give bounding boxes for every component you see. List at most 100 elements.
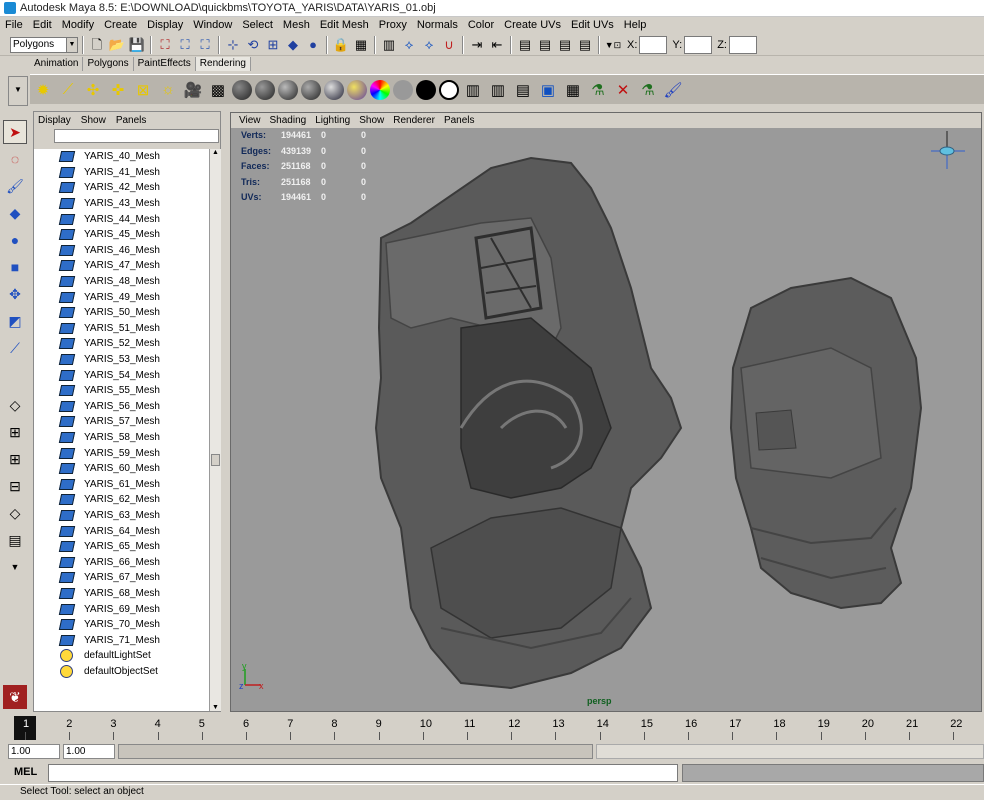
outliner-item[interactable]: YARIS_66_Mesh <box>34 554 209 570</box>
paint-select-tool-icon[interactable]: 🖌 <box>3 174 27 198</box>
show-manipulator-icon[interactable]: ⟋ <box>3 336 27 360</box>
menu-select[interactable]: Select <box>237 17 278 34</box>
shelf-tab-rendering[interactable]: Rendering <box>195 57 251 71</box>
area-light-icon[interactable]: ✜ <box>107 79 129 101</box>
snap-point-icon[interactable]: ⊞ <box>264 36 282 54</box>
outliner-item[interactable]: YARIS_71_Mesh <box>34 632 209 648</box>
rotate-tool-icon[interactable]: ● <box>3 228 27 252</box>
outliner-item[interactable]: YARIS_40_Mesh <box>34 149 209 165</box>
viewport-menu-shading[interactable]: Shading <box>270 115 307 126</box>
render-view-icon[interactable]: ▥ <box>380 36 398 54</box>
menu-proxy[interactable]: Proxy <box>374 17 412 34</box>
material-attributes-icon[interactable]: ⚗ <box>637 79 659 101</box>
assign-material-icon[interactable]: ⚗ <box>587 79 609 101</box>
outliner-item[interactable]: YARIS_50_Mesh <box>34 305 209 321</box>
universal-manipulator-icon[interactable]: ✥ <box>3 282 27 306</box>
outliner-set-item[interactable]: defaultObjectSet <box>34 664 209 680</box>
playback-start-field[interactable]: 1.00 <box>63 744 115 759</box>
outliner-item[interactable]: YARIS_51_Mesh <box>34 321 209 337</box>
menu-edit-uvs[interactable]: Edit UVs <box>566 17 619 34</box>
history-icon[interactable]: ▦ <box>352 36 370 54</box>
outliner-item[interactable]: YARIS_60_Mesh <box>34 461 209 477</box>
outliner-item[interactable]: YARIS_46_Mesh <box>34 243 209 259</box>
outliner-item[interactable]: YARIS_58_Mesh <box>34 430 209 446</box>
render-globals-icon[interactable]: ▤ <box>536 36 554 54</box>
outliner-item[interactable]: YARIS_65_Mesh <box>34 539 209 555</box>
outliner-item[interactable]: YARIS_42_Mesh <box>34 180 209 196</box>
ambient-light-icon[interactable]: ☼ <box>157 79 179 101</box>
scroll-up-icon[interactable]: ▲ <box>212 149 219 156</box>
outliner-item[interactable]: YARIS_52_Mesh <box>34 336 209 352</box>
anisotropic-material-icon[interactable] <box>324 79 344 100</box>
outliner-item[interactable]: YARIS_67_Mesh <box>34 570 209 586</box>
outliner-item[interactable]: YARIS_61_Mesh <box>34 476 209 492</box>
outliner-item[interactable]: YARIS_57_Mesh <box>34 414 209 430</box>
phong-material-icon[interactable] <box>278 79 298 100</box>
snap-grid-icon[interactable]: ⊹ <box>224 36 242 54</box>
scroll-thumb[interactable] <box>211 454 220 466</box>
perspective-viewport[interactable]: View Shading Lighting Show Renderer Pane… <box>230 112 982 712</box>
layered-shader-icon[interactable] <box>347 79 367 100</box>
menu-file[interactable]: File <box>0 17 28 34</box>
menu-window[interactable]: Window <box>188 17 237 34</box>
menu-color[interactable]: Color <box>463 17 499 34</box>
snap-curve-icon[interactable]: ⟲ <box>244 36 262 54</box>
time-slider[interactable]: 1 2 3 4 5 6 7 8 9 10 11 12 13 14 15 16 17 18 19 20 21 22 <box>8 716 984 742</box>
y-field[interactable] <box>684 35 713 54</box>
phonge-material-icon[interactable] <box>301 79 321 100</box>
lasso-tool-icon[interactable]: ◌ <box>3 147 27 171</box>
outliner-menu-panels[interactable]: Panels <box>116 115 147 126</box>
render-current-frame-icon[interactable]: ▥ <box>462 79 484 101</box>
camera-icon[interactable]: 🎥 <box>182 79 204 101</box>
menu-display[interactable]: Display <box>142 17 188 34</box>
outliner-item[interactable]: YARIS_43_Mesh <box>34 196 209 212</box>
outliner-item[interactable]: YARIS_48_Mesh <box>34 274 209 290</box>
outliner-item[interactable]: YARIS_54_Mesh <box>34 367 209 383</box>
outliner-item[interactable]: YARIS_45_Mesh <box>34 227 209 243</box>
select-component-icon[interactable]: ⛶ <box>196 36 214 54</box>
outliner-item[interactable]: YARIS_41_Mesh <box>34 165 209 181</box>
start-time-field[interactable]: 1.00 <box>8 744 60 759</box>
command-input[interactable] <box>48 764 678 782</box>
blinn-material-icon[interactable] <box>255 79 275 100</box>
new-scene-icon[interactable]: 🗋 <box>88 36 106 54</box>
shading-map-icon[interactable] <box>439 79 459 100</box>
menu-edit[interactable]: Edit <box>28 17 57 34</box>
ramp-shader-icon[interactable] <box>370 79 390 100</box>
outliner-item[interactable]: YARIS_53_Mesh <box>34 352 209 368</box>
ipr-render-current-icon[interactable]: ▥ <box>487 79 509 101</box>
viewport-menu-renderer[interactable]: Renderer <box>393 115 435 126</box>
save-scene-icon[interactable]: 💾 <box>128 36 146 54</box>
x-field[interactable] <box>639 35 668 54</box>
outliner-menu-show[interactable]: Show <box>81 115 106 126</box>
outliner-item[interactable]: YARIS_49_Mesh <box>34 289 209 305</box>
menu-create[interactable]: Create <box>99 17 142 34</box>
point-light-icon[interactable]: ✹ <box>32 79 54 101</box>
mel-label[interactable]: MEL <box>14 766 37 778</box>
outliner-item[interactable]: YARIS_70_Mesh <box>34 617 209 633</box>
hypershade-layout-icon[interactable]: ▼ <box>3 555 27 579</box>
menu-normals[interactable]: Normals <box>412 17 463 34</box>
spot-light-icon[interactable]: ✣ <box>82 79 104 101</box>
outliner-filter-field[interactable] <box>54 129 219 143</box>
input-box-dropdown-icon[interactable]: ▼⊡ <box>604 36 622 54</box>
outliner-menu-display[interactable]: Display <box>38 115 71 126</box>
make-live-icon[interactable]: ● <box>304 36 322 54</box>
select-object-icon[interactable]: ⛶ <box>176 36 194 54</box>
menu-mesh[interactable]: Mesh <box>278 17 315 34</box>
remove-material-icon[interactable]: ✕ <box>612 79 634 101</box>
viewport-menu-show[interactable]: Show <box>359 115 384 126</box>
outliner-layout-icon[interactable]: ▤ <box>3 528 27 552</box>
outliner-item[interactable]: YARIS_55_Mesh <box>34 383 209 399</box>
shelf-tab-polygons[interactable]: Polygons <box>83 57 134 71</box>
viewport-menu-panels[interactable]: Panels <box>444 115 475 126</box>
menu-edit-mesh[interactable]: Edit Mesh <box>315 17 374 34</box>
surface-shader-icon[interactable] <box>393 79 413 100</box>
single-pane-layout-icon[interactable]: ◇ <box>3 393 27 417</box>
lock-icon[interactable]: 🔒 <box>332 36 350 54</box>
view-cube-icon[interactable] <box>925 129 969 173</box>
graph-layout-icon[interactable]: ⊟ <box>3 474 27 498</box>
render-settings-window-icon[interactable]: ▤ <box>576 36 594 54</box>
outliner-item[interactable]: YARIS_69_Mesh <box>34 601 209 617</box>
shelf-tab-animation[interactable]: Animation <box>30 57 84 71</box>
